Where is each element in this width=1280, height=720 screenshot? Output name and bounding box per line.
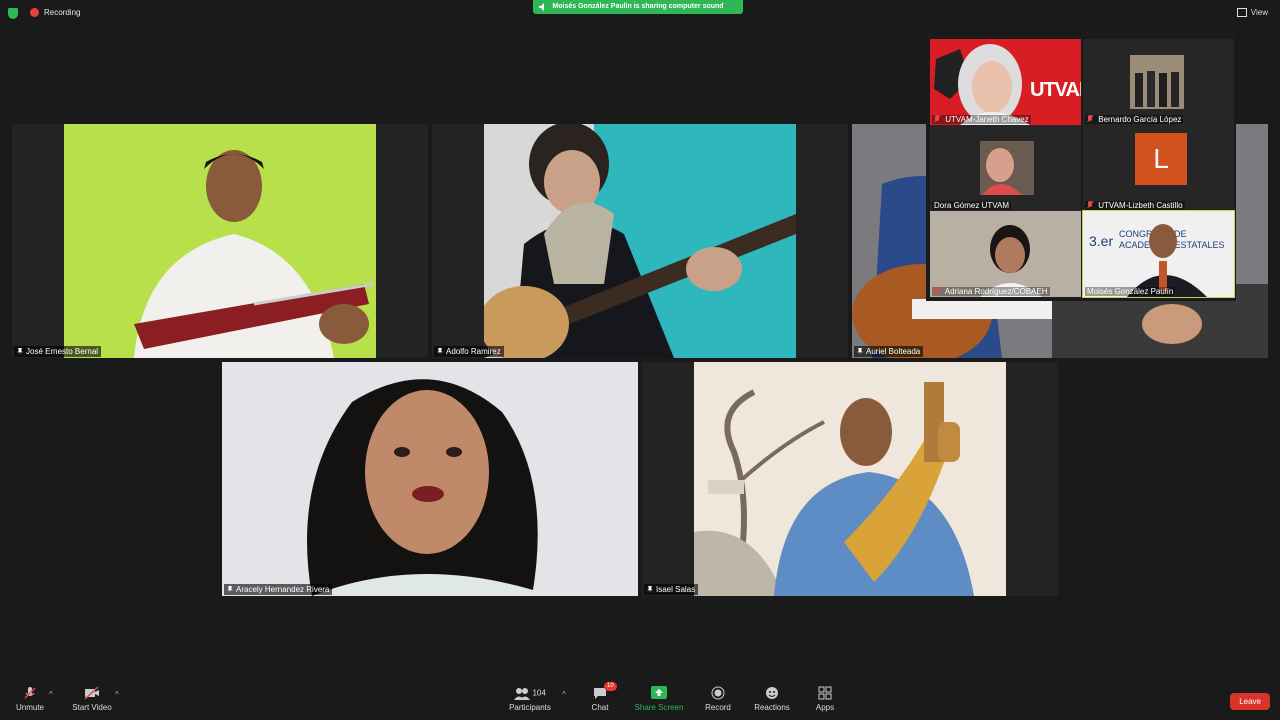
shield-icon[interactable] [8,8,18,19]
participants-options-chevron-icon[interactable]: ^ [562,690,566,699]
share-screen-button[interactable]: Share Screen [634,686,684,712]
record-button[interactable]: Record [702,686,734,712]
participant-name: UTVAM-Janeth Chavez [945,115,1029,124]
gallery-tile-active-speaker[interactable]: 3.er CONGRESO DE ACADEMIAS ESTATALES Moi… [1082,210,1235,298]
share-banner-text: Moisés González Paulín is sharing comput… [552,3,724,10]
start-video-button[interactable]: Start Video [70,686,114,712]
gallery-panel: UTVAM UTVAM-Janeth Chavez Bernardo Garcí… [926,33,1236,301]
participant-name: Adolfo Ramirez [446,347,501,356]
participant-video [64,124,376,358]
chat-badge: 10 [604,682,617,691]
participants-count: 104 [532,688,546,698]
pin-icon [857,348,863,355]
video-tile[interactable]: Aracely Hernandez Rivera [222,362,638,596]
speaker-icon [539,3,544,11]
utvam-logo: UTVAM [1030,79,1081,101]
participants-label: Participants [509,703,551,712]
chat-label: Chat [591,703,609,712]
participant-name: Adriana Rodríguez/COBAEH [944,287,1048,296]
video-tile[interactable]: José Ernesto Bernal [12,124,428,358]
apps-button[interactable]: Apps [812,686,838,712]
participant-name: Auriel Bolteada [866,347,921,356]
gallery-name-tag: Adriana Rodríguez/COBAEH [932,287,1050,296]
video-off-icon [84,686,99,700]
participant-video [222,362,638,596]
gallery-tile[interactable]: Dora Gómez UTVAM [930,125,1081,211]
gallery-tile[interactable]: UTVAM UTVAM-Janeth Chavez [930,39,1081,125]
participant-name-tag: Auriel Bolteada [854,346,924,357]
participant-name-tag: Isael Salas [644,584,699,595]
gallery-name-tag: UTVAM-Janeth Chavez [932,115,1031,124]
view-button[interactable]: View [1236,8,1268,17]
video-tile[interactable]: Adolfo Ramirez [432,124,848,358]
share-screen-icon [651,686,667,699]
top-bar: Recording Moisés González Paulín is shar… [0,0,1280,26]
participant-video [484,124,796,358]
pin-icon [17,348,23,355]
reactions-label: Reactions [754,703,790,712]
participant-name-tag: José Ernesto Bernal [14,346,102,357]
participant-name: Bernardo García López [1098,115,1182,124]
gallery-tile[interactable]: Adriana Rodríguez/COBAEH [930,211,1081,297]
video-tile[interactable]: Isael Salas [642,362,1058,596]
view-label: View [1250,8,1268,17]
participant-name: Dora Gómez UTVAM [934,201,1009,210]
grid-view-icon [1236,8,1247,17]
reactions-button[interactable]: Reactions [752,686,792,712]
audio-options-chevron-icon[interactable]: ^ [49,690,53,699]
mic-muted-icon [934,287,940,295]
record-label: Record [705,703,731,712]
unmute-label: Unmute [15,703,44,712]
participant-name-tag: Adolfo Ramirez [434,346,504,357]
participants-button[interactable]: 104 Participants [506,686,554,712]
participants-icon [514,688,531,700]
pin-icon [437,348,443,355]
participant-name-tag: Aracely Hernandez Rivera [224,584,333,595]
share-banner[interactable]: Moisés González Paulín is sharing comput… [533,0,743,14]
apps-label: Apps [815,703,835,712]
mic-muted-icon [934,115,940,123]
mic-muted-icon [1087,201,1093,209]
unmute-button[interactable]: Unmute [12,686,48,712]
gallery-tile[interactable]: L UTVAM-Lizbeth Castillo [1083,125,1234,211]
gallery-name-tag: Moisés González Paulín [1085,287,1176,296]
avatar: L [1135,133,1187,185]
participant-name: Aracely Hernandez Rivera [236,585,330,594]
video-options-chevron-icon[interactable]: ^ [115,690,119,699]
participant-name: Isael Salas [656,585,696,594]
pin-icon [227,586,233,593]
gallery-tile[interactable]: Bernardo García López [1083,39,1234,125]
start-video-label: Start Video [72,703,112,712]
gallery-name-tag: Dora Gómez UTVAM [932,201,1011,210]
participant-name: José Ernesto Bernal [26,347,99,356]
gallery-name-tag: UTVAM-Lizbeth Castillo [1085,201,1185,210]
participant-video [694,362,1006,596]
participant-name: Moisés González Paulín [1087,287,1174,296]
record-icon [711,686,725,700]
recording-label: Recording [44,8,81,17]
pin-icon [647,586,653,593]
gallery-name-tag: Bernardo García López [1085,115,1184,124]
recording-dot-icon [30,8,39,17]
mic-muted-icon [1087,115,1093,123]
leave-button[interactable]: Leave [1230,693,1270,710]
participant-name: UTVAM-Lizbeth Castillo [1098,201,1183,210]
reactions-icon [766,687,778,699]
recording-indicator[interactable]: Recording [30,8,80,17]
apps-icon [818,686,832,700]
mic-muted-icon [24,687,36,699]
chat-button[interactable]: 10 Chat [584,682,617,712]
share-screen-label: Share Screen [634,703,684,712]
meeting-toolbar: Unmute ^ Start Video ^ 104 Participants … [0,680,1280,720]
